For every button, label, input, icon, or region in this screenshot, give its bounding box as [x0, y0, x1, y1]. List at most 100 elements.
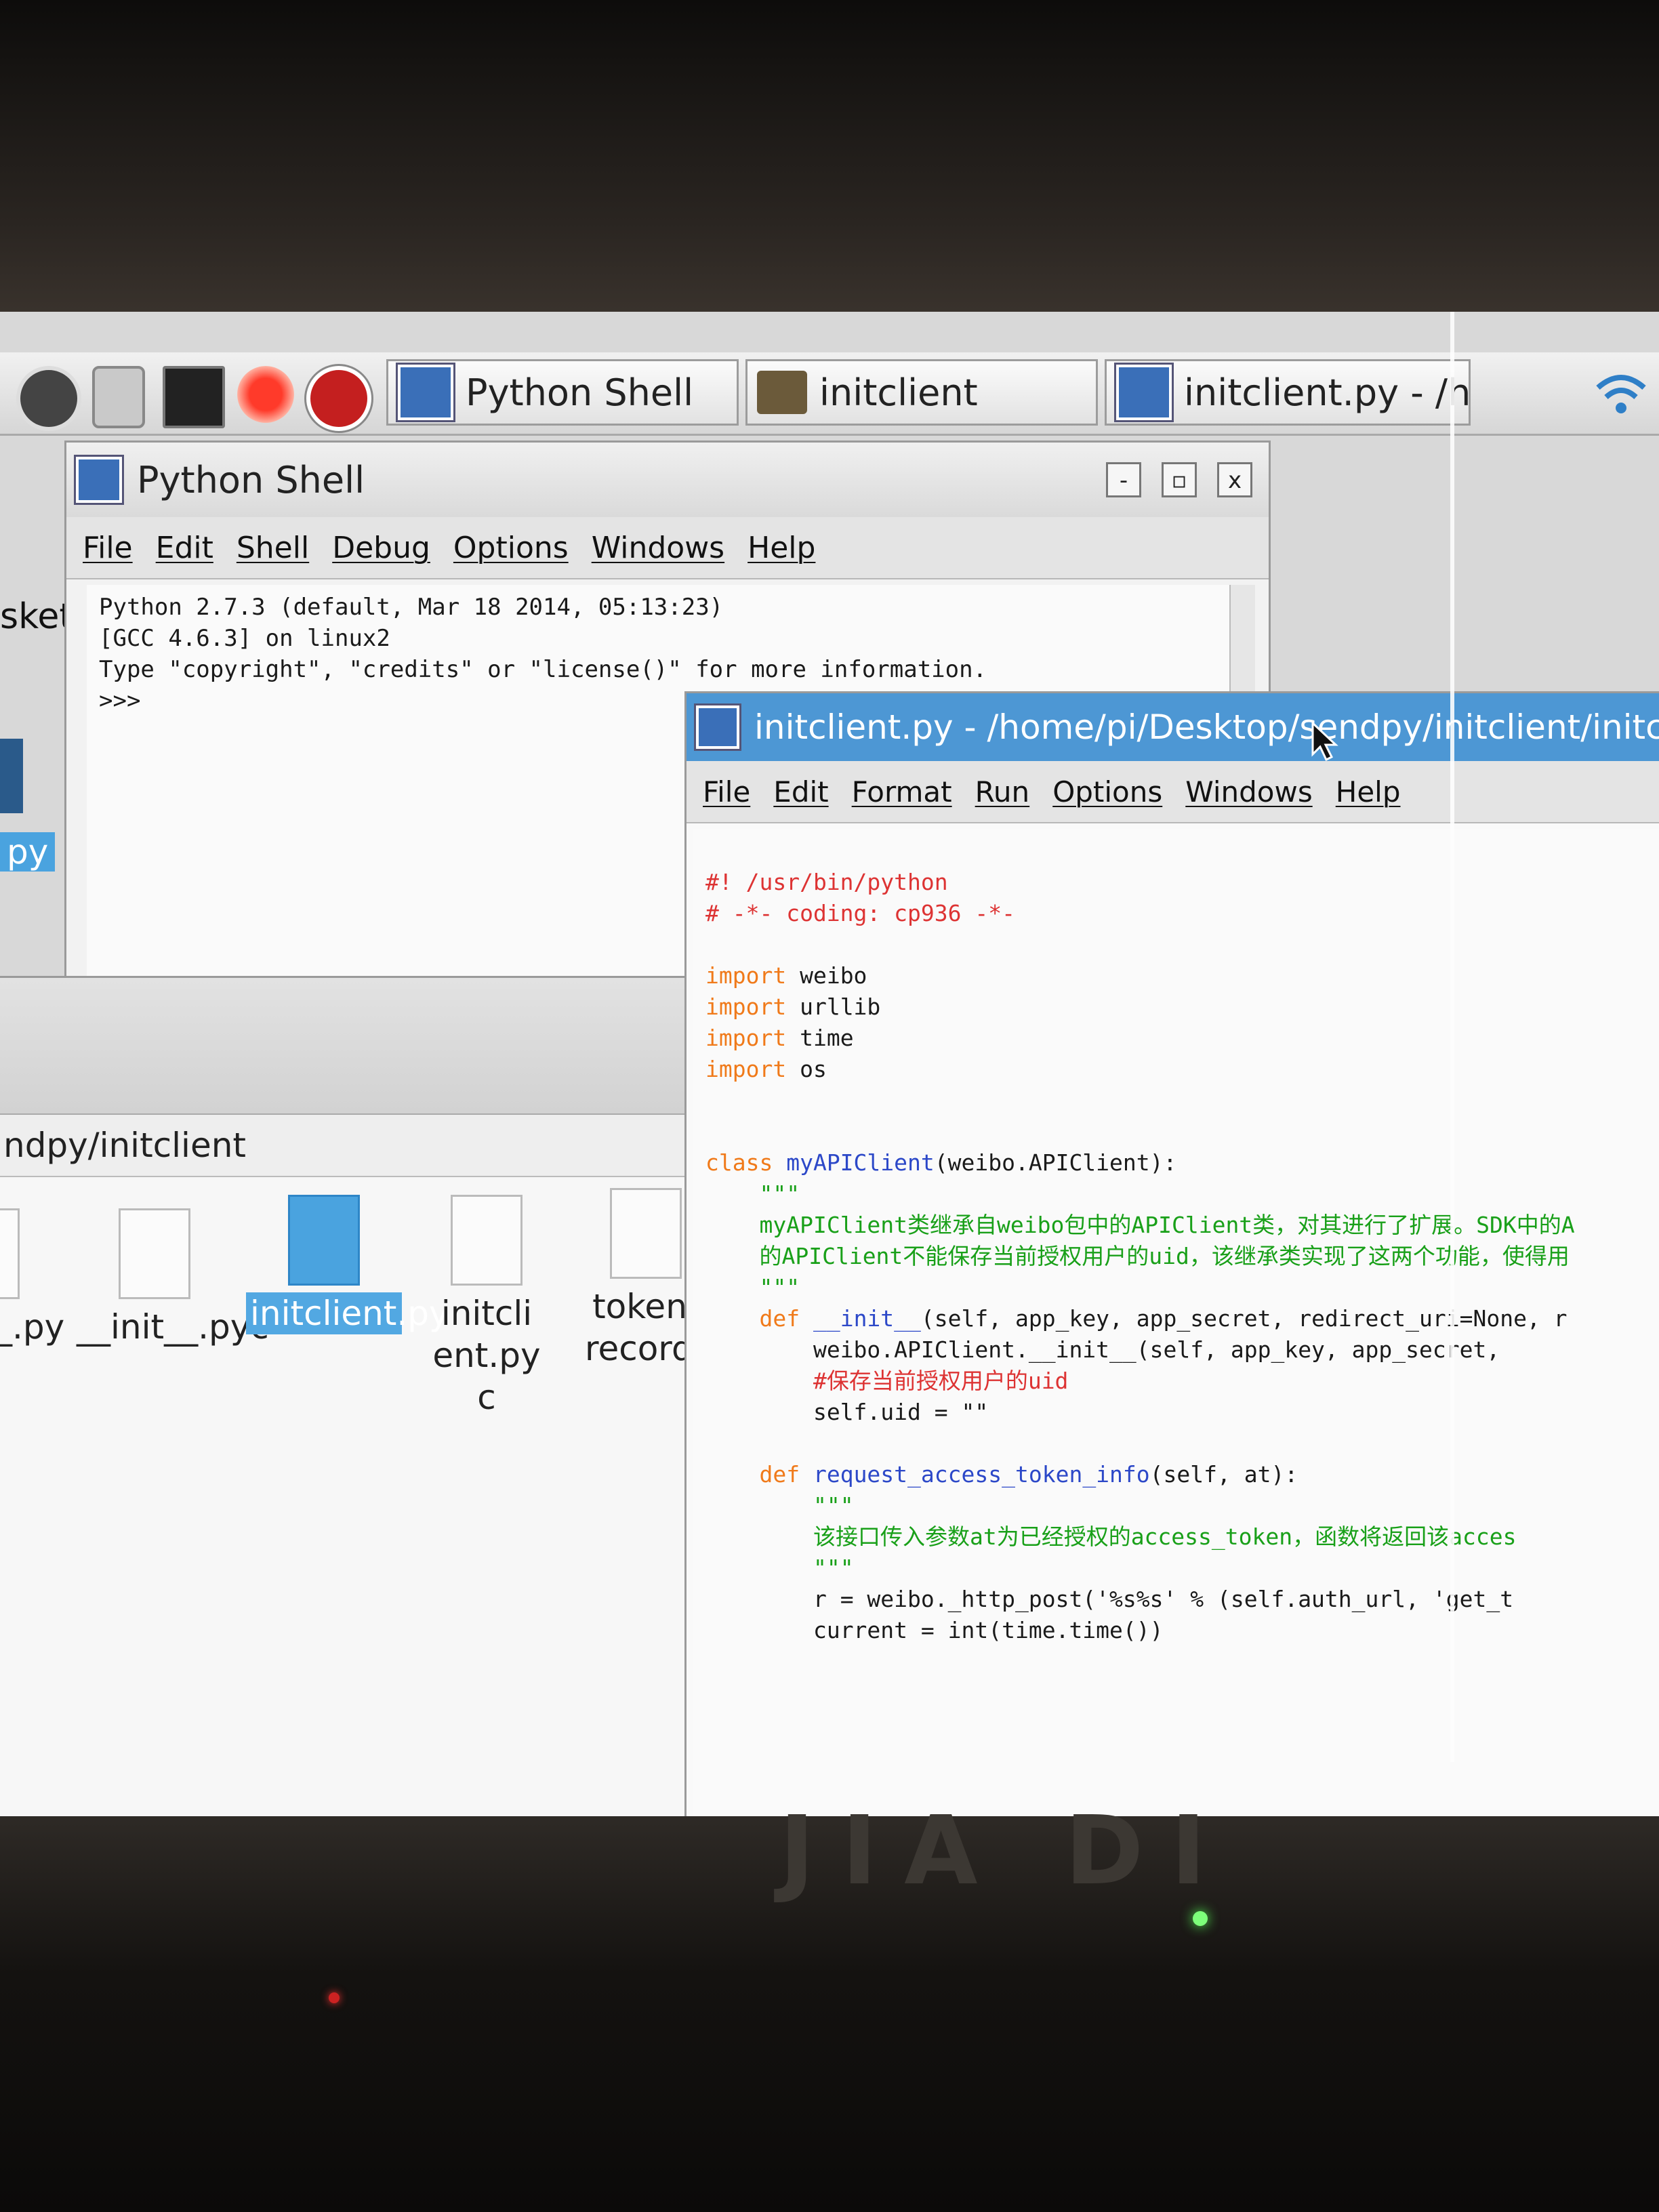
- code-comment: #保存当前授权用户的uid: [813, 1368, 1069, 1394]
- minimize-button[interactable]: -: [1106, 462, 1141, 497]
- docstring-quote: """: [759, 1181, 800, 1207]
- menu-debug[interactable]: Debug: [332, 531, 430, 565]
- editor-title: initclient.py - /home/pi/Desktop/sendpy/…: [754, 708, 1659, 747]
- taskbar: Python Shell initclient initclient.py - …: [0, 352, 1659, 436]
- code-statement: weibo.APIClient.__init__(self, app_key, …: [813, 1336, 1500, 1363]
- shell-titlebar[interactable]: Python Shell - ▫ x: [66, 443, 1269, 517]
- code-line: #! /usr/bin/python: [705, 867, 1659, 898]
- import-name: os: [786, 1056, 827, 1082]
- fm-pathbar[interactable]: ndpy/initclient: [0, 1115, 710, 1177]
- file-item[interactable]: __init__.pyc: [77, 1208, 269, 1348]
- function-name: request_access_token_info: [800, 1461, 1150, 1488]
- window-icon: [76, 457, 122, 503]
- taskbar-task-initclient-editor[interactable]: initclient.py - /home/...: [1105, 359, 1471, 426]
- monitor-brand-logo: JIA DI: [779, 1796, 1233, 1906]
- code-line: current = int(time.time()): [705, 1615, 1659, 1646]
- taskbar-task-initclient-folder[interactable]: initclient: [745, 359, 1098, 426]
- docstring-text: 的APIClient不能保存当前授权用户的uid，该继承类实现了这两个功能，使得…: [759, 1243, 1570, 1269]
- code-statement: r = weibo._http_post('%s%s' % (self.auth…: [813, 1586, 1514, 1612]
- shutdown-icon[interactable]: [306, 366, 371, 431]
- close-button[interactable]: x: [1217, 462, 1252, 497]
- menu-options[interactable]: Options: [1052, 775, 1162, 808]
- menu-file[interactable]: File: [703, 775, 750, 808]
- terminal-icon[interactable]: [163, 366, 225, 428]
- code-line: import weibo: [705, 960, 1659, 991]
- keyword-import: import: [705, 994, 787, 1020]
- taskbar-task-python-shell[interactable]: Python Shell: [386, 359, 739, 426]
- menu-format[interactable]: Format: [852, 775, 952, 808]
- shell-line: [GCC 4.6.3] on linux2: [99, 625, 390, 652]
- function-params: (self, app_key, app_secret, redirect_uri…: [920, 1305, 1568, 1332]
- docstring-quote: """: [813, 1555, 854, 1581]
- fm-toolbar: [0, 978, 710, 1115]
- file-item[interactable]: _.py: [0, 1208, 65, 1348]
- code-line: """: [705, 1490, 1659, 1521]
- editor-window: initclient.py - /home/pi/Desktop/sendpy/…: [684, 691, 1659, 1823]
- code-line: """: [705, 1272, 1659, 1303]
- editor-menubar: File Edit Format Run Options Windows Hel…: [687, 761, 1659, 823]
- code-line: 的APIClient不能保存当前授权用户的uid，该继承类实现了这两个功能，使得…: [705, 1241, 1659, 1272]
- code-editor[interactable]: #! /usr/bin/python # -*- coding: cp936 -*…: [693, 829, 1659, 1823]
- code-line: """: [705, 1179, 1659, 1210]
- file-cabinet-icon[interactable]: [92, 366, 145, 428]
- shell-menubar: File Edit Shell Debug Options Windows He…: [66, 517, 1269, 579]
- docstring-text: 该接口传入参数at为已经授权的access_token，函数将返回该acces: [813, 1523, 1517, 1550]
- file-item[interactable]: initclient.pyc: [409, 1195, 565, 1418]
- taskbar-task-label: Python Shell: [466, 371, 694, 414]
- menu-file[interactable]: File: [83, 531, 133, 565]
- desktop-icon-label[interactable]: py: [0, 832, 56, 872]
- function-params: (self, at):: [1149, 1461, 1298, 1488]
- class-name: myAPIClient: [773, 1149, 935, 1176]
- menu-edit[interactable]: Edit: [156, 531, 213, 565]
- wifi-icon[interactable]: [1593, 365, 1650, 422]
- menu-help[interactable]: Help: [1336, 775, 1401, 808]
- monitor-bezel-top: [0, 0, 1659, 319]
- code-line: import urllib: [705, 991, 1659, 1023]
- file-label: initclient.pyc: [432, 1294, 541, 1417]
- keyword-def: def: [759, 1305, 800, 1332]
- menu-windows[interactable]: Windows: [592, 531, 724, 565]
- file-icon: [0, 1208, 20, 1299]
- code-line: """: [705, 1553, 1659, 1584]
- burst-icon[interactable]: [237, 366, 294, 423]
- file-item-selected[interactable]: initclient.py: [246, 1195, 449, 1334]
- coding-comment: # -*- coding: cp936 -*-: [705, 900, 1015, 926]
- menu-windows[interactable]: Windows: [1185, 775, 1312, 808]
- file-label: _.py: [0, 1307, 65, 1347]
- mouse-cursor-icon: [1311, 722, 1338, 762]
- code-line: 该接口传入参数at为已经授权的access_token，函数将返回该acces: [705, 1521, 1659, 1553]
- code-line: myAPIClient类继承自weibo包中的APIClient类，对其进行了扩…: [705, 1210, 1659, 1241]
- shell-line: Python 2.7.3 (default, Mar 18 2014, 05:1…: [99, 594, 724, 621]
- desktop-icon-label[interactable]: sket: [0, 596, 73, 637]
- code-line: self.uid = "": [705, 1397, 1659, 1428]
- menu-launcher-icon[interactable]: [16, 366, 81, 431]
- menu-run[interactable]: Run: [975, 775, 1030, 808]
- import-name: time: [786, 1025, 854, 1051]
- code-line: weibo.APIClient.__init__(self, app_key, …: [705, 1334, 1659, 1366]
- code-line: r = weibo._http_post('%s%s' % (self.auth…: [705, 1584, 1659, 1615]
- editor-titlebar[interactable]: initclient.py - /home/pi/Desktop/sendpy/…: [687, 693, 1659, 761]
- menu-options[interactable]: Options: [453, 531, 569, 565]
- import-name: weibo: [786, 962, 867, 989]
- import-name: urllib: [786, 994, 881, 1020]
- menu-edit[interactable]: Edit: [773, 775, 828, 808]
- code-line: class myAPIClient(weibo.APIClient):: [705, 1147, 1659, 1179]
- function-name: __init__: [800, 1305, 921, 1332]
- shebang-comment: #! /usr/bin/python: [705, 869, 948, 895]
- folder-icon: [757, 371, 807, 414]
- menu-shell[interactable]: Shell: [237, 531, 309, 565]
- menu-help[interactable]: Help: [747, 531, 815, 565]
- monitor-screen: Python Shell initclient initclient.py - …: [0, 312, 1659, 1823]
- code-line: def request_access_token_info(self, at):: [705, 1459, 1659, 1490]
- keyword-import: import: [705, 1056, 787, 1082]
- maximize-button[interactable]: ▫: [1162, 462, 1197, 497]
- taskbar-task-label: initclient.py - /home/...: [1184, 371, 1469, 414]
- class-base: (weibo.APIClient):: [934, 1149, 1177, 1176]
- desktop-icon-dark[interactable]: [0, 739, 23, 813]
- docstring-quote: """: [813, 1492, 854, 1519]
- code-line: #保存当前授权用户的uid: [705, 1366, 1659, 1397]
- window-icon: [398, 365, 453, 420]
